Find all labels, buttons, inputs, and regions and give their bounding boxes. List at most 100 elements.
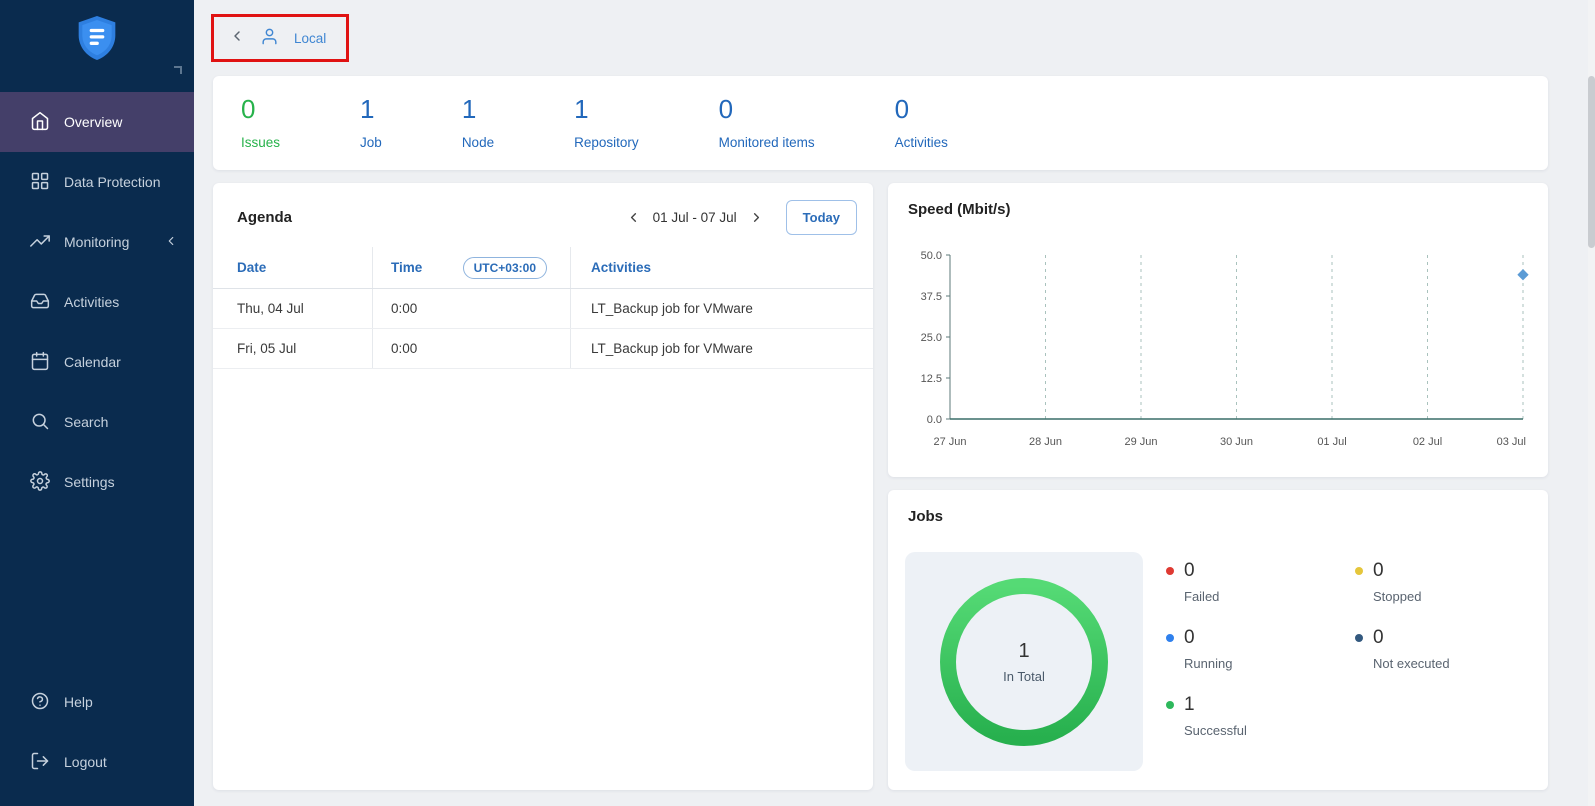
sidebar-item-logout[interactable]: Logout — [0, 732, 194, 792]
stat-value: 1 — [462, 96, 494, 122]
stat-label: Issues — [241, 135, 280, 150]
inbox-icon — [30, 291, 50, 314]
next-week-chevron-icon[interactable] — [749, 210, 764, 225]
sidebar-item-calendar[interactable]: Calendar — [0, 332, 194, 392]
stat-node[interactable]: 1 Node — [462, 96, 494, 150]
legend-dot — [1355, 634, 1363, 642]
app-logo[interactable] — [75, 14, 119, 62]
sidebar-item-label: Overview — [64, 114, 122, 130]
back-chevron-icon[interactable] — [229, 28, 245, 49]
agenda-row-date: Thu, 04 Jul — [213, 289, 372, 328]
grid-icon — [30, 171, 50, 194]
legend-value: 0 — [1373, 627, 1384, 648]
user-icon — [260, 27, 279, 51]
sidebar-item-label: Logout — [64, 754, 107, 770]
legend-dot — [1166, 567, 1174, 575]
jobs-legend-stopped: 0 Stopped — [1355, 560, 1544, 604]
sidebar-item-help[interactable]: Help — [0, 672, 194, 732]
x-tick-label: 29 Jun — [1124, 436, 1157, 448]
sidebar-item-overview[interactable]: Overview — [0, 92, 194, 152]
breadcrumb[interactable]: Local — [213, 16, 349, 61]
legend-label: Successful — [1184, 723, 1355, 738]
sidebar-item-activities[interactable]: Activities — [0, 272, 194, 332]
legend-value: 0 — [1184, 560, 1195, 581]
jobs-legend-not-executed: 0 Not executed — [1355, 627, 1544, 671]
summary-stats-card: 0 Issues 1 Job 1 Node 1 Repository 0 Mon… — [213, 76, 1548, 170]
agenda-title: Agenda — [237, 209, 292, 226]
stat-label: Job — [360, 135, 382, 150]
jobs-legend-successful: 1 Successful — [1166, 694, 1355, 738]
prev-week-chevron-icon[interactable] — [626, 210, 641, 225]
agenda-row-time: 0:00 — [372, 289, 570, 328]
stat-value: 1 — [574, 96, 639, 122]
stat-job[interactable]: 1 Job — [360, 96, 382, 150]
logout-icon — [30, 751, 50, 774]
location-label: Local — [294, 31, 326, 46]
stat-label: Repository — [574, 135, 639, 150]
stat-activities[interactable]: 0 Activities — [895, 96, 948, 150]
stat-monitored-items[interactable]: 0 Monitored items — [719, 96, 815, 150]
agenda-table: Date Time UTC+03:00 Activities Thu, 04 J… — [213, 247, 873, 369]
legend-label: Stopped — [1373, 589, 1544, 604]
agenda-row[interactable]: Thu, 04 Jul 0:00 LT_Backup job for VMwar… — [213, 289, 873, 329]
legend-dot — [1166, 701, 1174, 709]
stat-issues[interactable]: 0 Issues — [241, 96, 280, 150]
gear-icon — [30, 471, 50, 494]
sidebar-item-search[interactable]: Search — [0, 392, 194, 452]
chart-axes — [946, 255, 1523, 419]
x-tick-label: 02 Jul — [1413, 436, 1442, 448]
stat-value: 0 — [719, 96, 815, 122]
agenda-card: Agenda 01 Jul - 07 Jul Today Date Ti — [213, 183, 873, 790]
today-button[interactable]: Today — [786, 200, 857, 235]
chart-gridlines — [1046, 255, 1524, 419]
jobs-total-label: In Total — [1003, 669, 1045, 684]
sidebar-item-data-protection[interactable]: Data Protection — [0, 152, 194, 212]
stat-repository[interactable]: 1 Repository — [574, 96, 639, 150]
jobs-legend-failed: 0 Failed — [1166, 560, 1355, 604]
search-icon — [30, 411, 50, 434]
agenda-header: Agenda 01 Jul - 07 Jul Today — [213, 183, 873, 247]
main-content: Local 0 Issues 1 Job 1 Node 1 Repository… — [194, 0, 1595, 806]
home-icon — [30, 111, 50, 134]
x-tick-label: 28 Jun — [1029, 436, 1062, 448]
help-icon — [30, 691, 50, 714]
speed-chart-title: Speed (Mbit/s) — [908, 201, 1011, 218]
donut-center: 1 In Total — [939, 577, 1109, 747]
timezone-badge[interactable]: UTC+03:00 — [463, 257, 547, 279]
agenda-row-time: 0:00 — [372, 329, 570, 368]
jobs-legend-running: 0 Running — [1166, 627, 1355, 671]
agenda-row-activity: LT_Backup job for VMware — [570, 329, 873, 368]
legend-dot — [1355, 567, 1363, 575]
jobs-donut-chart: 1 In Total — [939, 577, 1109, 747]
sidebar-item-label: Activities — [64, 294, 119, 310]
sidebar-item-label: Settings — [64, 474, 115, 490]
speed-marker — [1517, 269, 1528, 280]
sidebar-item-label: Help — [64, 694, 93, 710]
app-window: Overview Data Protection Monitoring — [0, 0, 1595, 806]
sidebar-item-monitoring[interactable]: Monitoring — [0, 212, 194, 272]
sidebar-footer: Help Logout — [0, 672, 194, 792]
y-tick-label: 50.0 — [921, 250, 942, 262]
jobs-total-value: 1 — [1018, 640, 1029, 663]
sidebar-item-label: Data Protection — [64, 174, 161, 190]
speed-chart-svg: 50.0 37.5 25.0 12.5 0.0 27 Jun 28 Jun 29… — [908, 229, 1528, 457]
stat-value: 0 — [895, 96, 948, 122]
agenda-row[interactable]: Fri, 05 Jul 0:00 LT_Backup job for VMwar… — [213, 329, 873, 369]
column-header-activities: Activities — [570, 247, 873, 288]
agenda-date-nav: 01 Jul - 07 Jul Today — [626, 200, 857, 235]
sidebar: Overview Data Protection Monitoring — [0, 0, 194, 806]
sidebar-item-label: Monitoring — [64, 234, 129, 250]
sidebar-item-label: Calendar — [64, 354, 121, 370]
legend-label: Running — [1184, 656, 1355, 671]
legend-label: Failed — [1184, 589, 1355, 604]
scrollbar-thumb[interactable] — [1588, 76, 1595, 248]
jobs-legend: 0 Failed 0 Stopped 0 Running 0 Not execu… — [1166, 560, 1544, 738]
legend-value: 0 — [1373, 560, 1384, 581]
x-tick-label: 30 Jun — [1220, 436, 1253, 448]
sidebar-collapse-handle[interactable] — [174, 66, 182, 74]
legend-value: 0 — [1184, 627, 1195, 648]
stat-value: 0 — [241, 96, 280, 122]
sidebar-item-label: Search — [64, 414, 108, 430]
sidebar-item-settings[interactable]: Settings — [0, 452, 194, 512]
monitoring-icon — [30, 231, 50, 254]
